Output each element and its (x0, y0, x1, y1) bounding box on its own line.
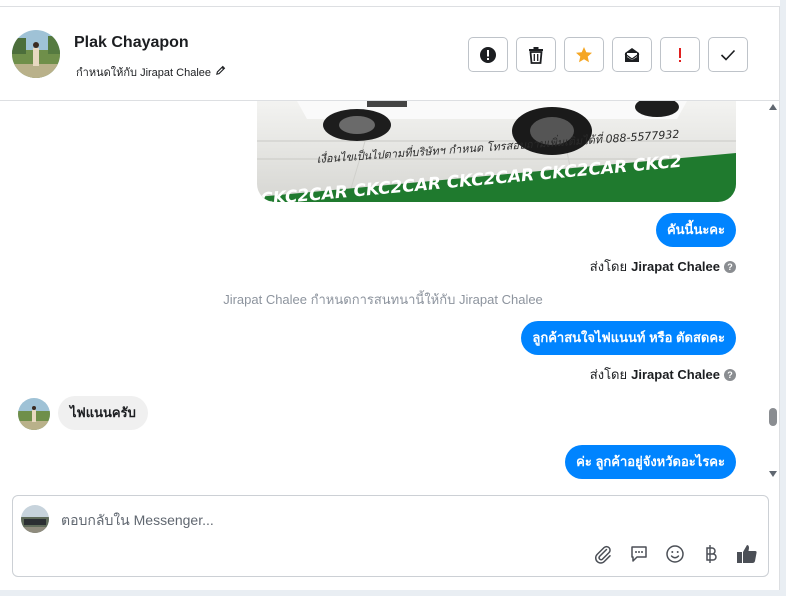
sent-by-label: ส่งโดย (589, 259, 628, 274)
star-button[interactable] (564, 37, 604, 72)
done-button[interactable] (708, 37, 748, 72)
pencil-icon[interactable] (215, 65, 226, 79)
help-icon[interactable]: ? (724, 260, 736, 273)
scrollbar[interactable] (766, 101, 780, 485)
scroll-down-arrow-icon[interactable] (769, 471, 777, 477)
conversation-header: Plak Chayapon กำหนดให้กับ Jirapat Chalee (0, 7, 780, 101)
message-outgoing[interactable]: ค่ะ ลูกค้าอยู่จังหวัดอะไรคะ (565, 445, 736, 479)
sent-by-2: ส่งโดย Jirapat Chalee ? (590, 364, 736, 385)
like-icon[interactable] (736, 543, 758, 565)
assigned-to[interactable]: กำหนดให้กับ Jirapat Chalee (76, 63, 226, 81)
message-thread: เงื่อนไขเป็นไปตามที่บริษัทฯ กำหนด โทรสอบ… (0, 101, 766, 485)
top-strip (0, 0, 780, 7)
page-avatar (21, 505, 49, 533)
message-incoming[interactable]: ไฟแนนครับ (58, 396, 148, 430)
alert-circle-icon (479, 46, 497, 64)
delete-button[interactable] (516, 37, 556, 72)
avatar[interactable] (12, 30, 60, 78)
sent-by-label: ส่งโดย (589, 367, 628, 382)
star-icon (575, 46, 593, 64)
contact-name: Plak Chayapon (74, 34, 189, 51)
attach-icon[interactable] (592, 543, 614, 565)
action-toolbar (468, 37, 748, 72)
sent-by-name: Jirapat Chalee (631, 367, 720, 382)
conversation-panel: Plak Chayapon กำหนดให้กับ Jirapat Chalee (0, 0, 780, 590)
check-icon (720, 48, 736, 62)
composer-tools (592, 543, 758, 565)
exclamation-icon (677, 47, 683, 63)
spam-button[interactable] (468, 37, 508, 72)
follow-up-button[interactable] (660, 37, 700, 72)
sent-by-1: ส่งโดย Jirapat Chalee ? (590, 256, 736, 277)
system-note: Jirapat Chalee กำหนดการสนทนานี้ให้กับ Ji… (223, 292, 543, 307)
trash-icon (528, 46, 544, 64)
scroll-up-arrow-icon[interactable] (769, 104, 777, 110)
help-icon[interactable]: ? (724, 368, 736, 381)
avatar[interactable] (18, 398, 50, 430)
mark-unread-button[interactable] (612, 37, 652, 72)
emoji-icon[interactable] (664, 543, 686, 565)
reply-input[interactable] (61, 510, 661, 530)
scroll-thumb[interactable] (769, 408, 777, 426)
reply-composer (12, 495, 769, 577)
chat-icon[interactable] (628, 543, 650, 565)
baht-icon[interactable] (700, 543, 722, 565)
message-outgoing[interactable]: ลูกค้าสนใจไฟแนนท์ หรือ ตัดสดคะ (521, 321, 736, 355)
mail-icon (623, 46, 641, 64)
assigned-to-label: กำหนดให้กับ Jirapat Chalee (76, 67, 212, 79)
car-image-attachment[interactable]: เงื่อนไขเป็นไปตามที่บริษัทฯ กำหนด โทรสอบ… (257, 101, 736, 202)
message-outgoing[interactable]: คันนี้นะคะ (655, 213, 736, 247)
sent-by-name: Jirapat Chalee (631, 259, 720, 274)
